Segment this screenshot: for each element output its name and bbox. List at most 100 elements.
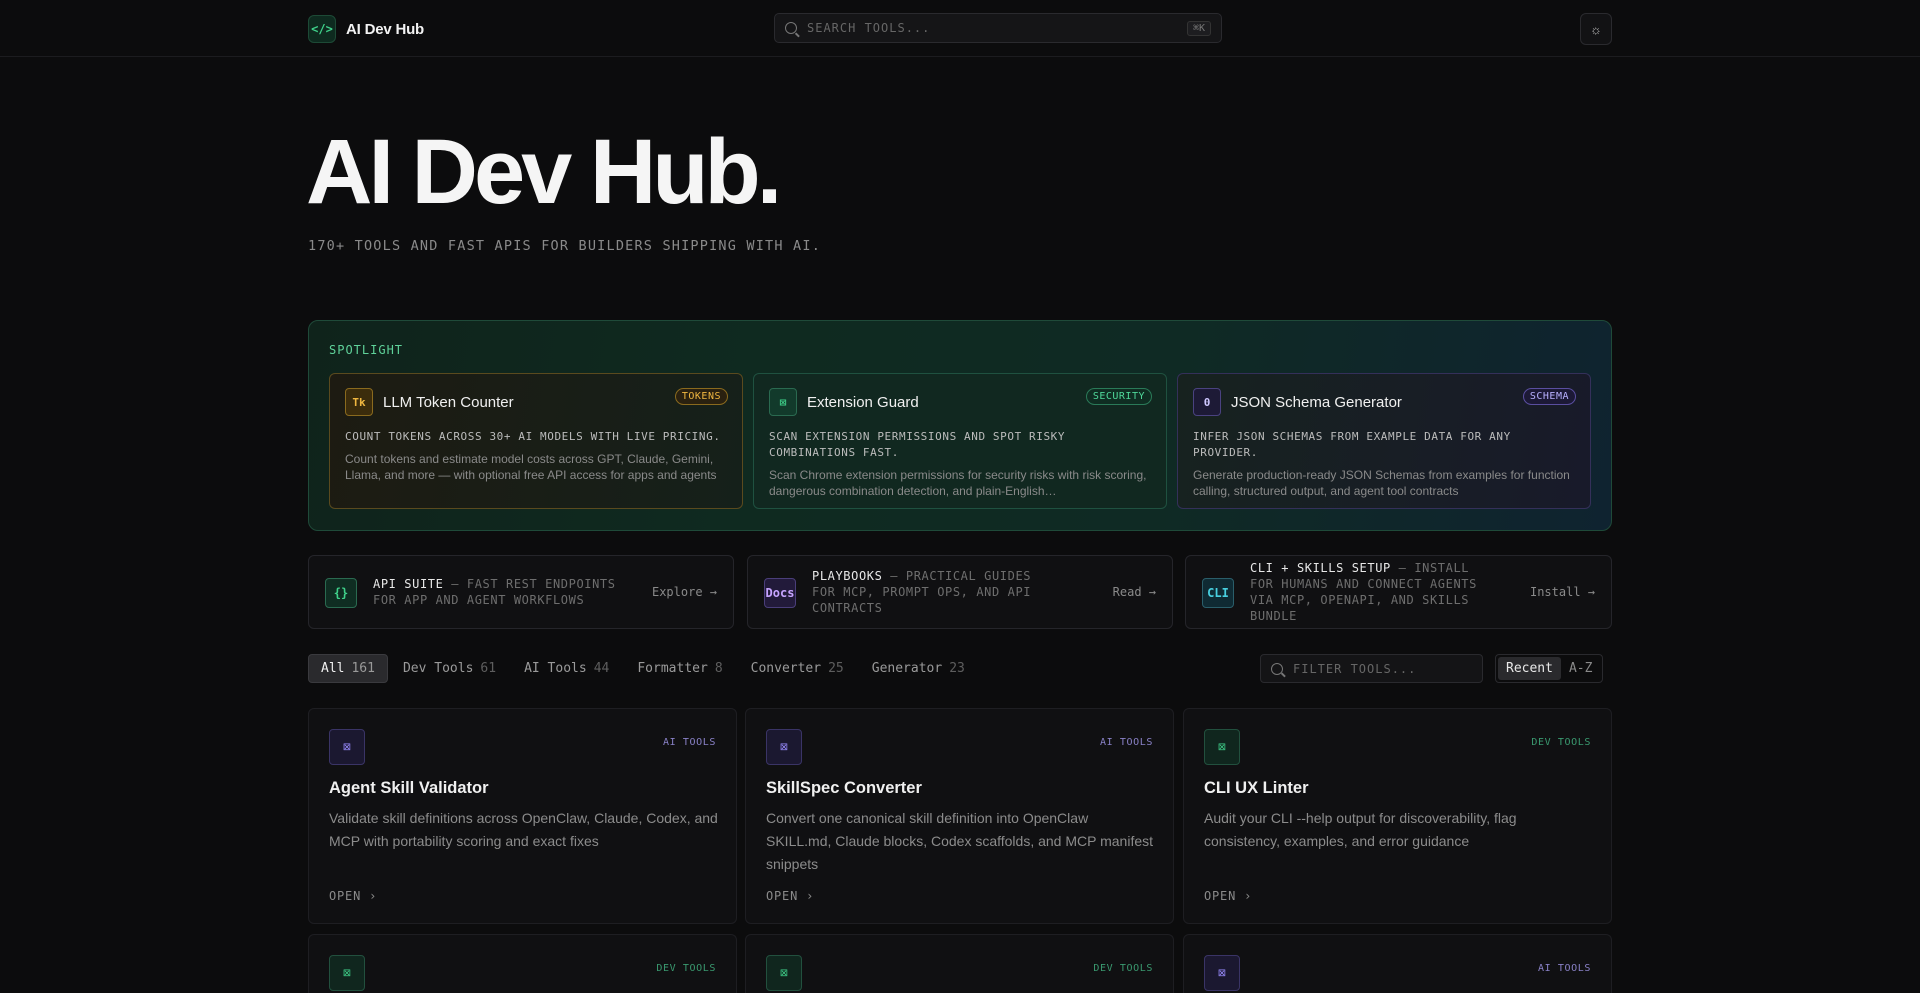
search-icon xyxy=(1271,662,1283,675)
tool-category: AI TOOLS xyxy=(1538,963,1591,974)
spotlight-card-json-schema[interactable]: 0 JSON Schema Generator SCHEMA INFER JSO… xyxy=(1177,373,1591,509)
tab-label: Dev Tools xyxy=(402,661,474,676)
playbooks-card[interactable]: Docs PLAYBOOKS — PRACTICAL GUIDES FOR MC… xyxy=(747,555,1173,629)
tool-card[interactable]: ⊠ DEV TOOLS xyxy=(745,934,1174,993)
open-label: OPEN xyxy=(329,889,362,903)
spotlight-tagline: SCAN EXTENSION PERMISSIONS AND SPOT RISK… xyxy=(769,430,1066,459)
tool-category: DEV TOOLS xyxy=(1531,737,1591,748)
tab-generator[interactable]: Generator 23 xyxy=(859,654,978,683)
open-label: OPEN xyxy=(766,889,799,903)
spotlight-label: SPOTLIGHT xyxy=(329,343,404,357)
tool-card[interactable]: ⊠ AI TOOLS xyxy=(1183,934,1612,993)
sun-icon: ☼ xyxy=(1590,21,1602,37)
sort-toggle: Recent A-Z xyxy=(1495,654,1604,683)
category-tabs: All 161 Dev Tools 61 AI Tools 44 Formatt… xyxy=(308,654,978,683)
shield-icon: ⊠ xyxy=(769,388,797,416)
brand-link[interactable]: </> AI Dev Hub xyxy=(308,15,424,43)
chevron-right-icon: › xyxy=(1244,889,1253,903)
search-placeholder: SEARCH TOOLS... xyxy=(807,21,931,35)
search-shortcut: ⌘K xyxy=(1186,20,1211,36)
spotlight-card-title: Extension Guard xyxy=(807,393,919,411)
chevron-right-icon: › xyxy=(806,889,815,903)
spotlight-tagline: COUNT TOKENS ACROSS 30+ AI MODELS WITH L… xyxy=(345,430,721,443)
tab-ai-tools[interactable]: AI Tools 44 xyxy=(511,654,622,683)
page-title: AI Dev Hub. xyxy=(306,121,782,223)
spotlight-badge: SCHEMA xyxy=(1522,388,1576,405)
tool-icon: ⊠ xyxy=(1204,955,1240,991)
spotlight-panel: SPOTLIGHT Tk LLM Token Counter TOKENS CO… xyxy=(308,320,1612,531)
tool-category: AI TOOLS xyxy=(1100,737,1153,748)
sort-a-z[interactable]: A-Z xyxy=(1561,657,1600,680)
spotlight-description: Scan Chrome extension permissions for se… xyxy=(769,468,1147,498)
spotlight-description: Count tokens and estimate model costs ac… xyxy=(345,452,717,482)
nav-card-title: API SUITE xyxy=(373,577,444,591)
tab-count: 61 xyxy=(480,661,497,676)
sort-recent[interactable]: Recent xyxy=(1498,657,1561,680)
read-link[interactable]: Read → xyxy=(1113,585,1156,599)
spotlight-tagline: INFER JSON SCHEMAS FROM EXAMPLE DATA FOR… xyxy=(1193,430,1511,459)
explore-link[interactable]: Explore → xyxy=(652,585,717,599)
open-label: OPEN xyxy=(1204,889,1237,903)
cli-setup-card[interactable]: CLI CLI + SKILLS SETUP — INSTALL FOR HUM… xyxy=(1185,555,1612,629)
tool-icon: ⊠ xyxy=(766,955,802,991)
nav-card-title: CLI + SKILLS SETUP xyxy=(1250,561,1391,575)
tab-converter[interactable]: Converter 25 xyxy=(738,654,857,683)
tool-card-cli-ux-linter[interactable]: ⊠ DEV TOOLS CLI UX Linter Audit your CLI… xyxy=(1183,708,1612,924)
schema-icon: 0 xyxy=(1193,388,1221,416)
tab-label: Converter xyxy=(750,661,822,676)
code-icon: </> xyxy=(308,15,336,43)
filter-placeholder: FILTER TOOLS... xyxy=(1293,661,1417,676)
tool-icon: ⊠ xyxy=(766,729,802,765)
tool-card-agent-skill-validator[interactable]: ⊠ AI TOOLS Agent Skill Validator Validat… xyxy=(308,708,737,924)
braces-icon: {} xyxy=(325,578,357,608)
tab-count: 161 xyxy=(351,661,375,676)
tab-dev-tools[interactable]: Dev Tools 61 xyxy=(390,654,509,683)
spotlight-description: Generate production-ready JSON Schemas f… xyxy=(1193,468,1570,498)
tab-all[interactable]: All 161 xyxy=(308,654,388,683)
tool-description: Validate skill definitions across OpenCl… xyxy=(329,810,718,849)
tab-formatter[interactable]: Formatter 8 xyxy=(624,654,735,683)
tool-card-skillspec-converter[interactable]: ⊠ AI TOOLS SkillSpec Converter Convert o… xyxy=(745,708,1174,924)
tool-icon: ⊠ xyxy=(329,955,365,991)
tool-icon: ⊠ xyxy=(329,729,365,765)
top-bar: </> AI Dev Hub SEARCH TOOLS... ⌘K ☼ xyxy=(0,0,1920,57)
token-icon: Tk xyxy=(345,388,373,416)
tool-title: CLI UX Linter xyxy=(1204,779,1309,797)
search-input[interactable]: SEARCH TOOLS... ⌘K xyxy=(774,13,1222,43)
filter-tools-input[interactable]: FILTER TOOLS... xyxy=(1260,654,1483,683)
spotlight-card-title: LLM Token Counter xyxy=(383,393,514,411)
install-link[interactable]: Install → xyxy=(1530,585,1595,599)
tool-title: SkillSpec Converter xyxy=(766,779,922,797)
brand-name: AI Dev Hub xyxy=(346,20,425,38)
tool-category: DEV TOOLS xyxy=(656,963,716,974)
spotlight-card-token-counter[interactable]: Tk LLM Token Counter TOKENS COUNT TOKENS… xyxy=(329,373,743,509)
tab-count: 25 xyxy=(828,661,844,676)
spotlight-badge: TOKENS xyxy=(674,388,728,405)
tool-description: Convert one canonical skill definition i… xyxy=(766,810,1154,872)
spotlight-card-extension-guard[interactable]: ⊠ Extension Guard SECURITY SCAN EXTENSIO… xyxy=(753,373,1167,509)
page-subtitle: 170+ TOOLS AND FAST APIS FOR BUILDERS SH… xyxy=(308,238,822,254)
tool-category: AI TOOLS xyxy=(663,737,716,748)
tool-icon: ⊠ xyxy=(1204,729,1240,765)
search-icon xyxy=(785,22,797,34)
theme-toggle-button[interactable]: ☼ xyxy=(1580,13,1612,45)
chevron-right-icon: › xyxy=(369,889,378,903)
tab-label: AI Tools xyxy=(524,661,587,676)
tool-description: Audit your CLI --help output for discove… xyxy=(1204,810,1517,849)
open-tool-link[interactable]: OPEN › xyxy=(1204,889,1252,903)
tool-category: DEV TOOLS xyxy=(1093,963,1153,974)
nav-card-title: PLAYBOOKS xyxy=(812,569,883,583)
api-suite-card[interactable]: {} API SUITE — FAST REST ENDPOINTS FOR A… xyxy=(308,555,734,629)
tab-label: Formatter xyxy=(637,661,708,676)
terminal-icon: CLI xyxy=(1202,578,1234,608)
tab-label: All xyxy=(321,661,345,676)
tab-label: Generator xyxy=(871,661,943,676)
open-tool-link[interactable]: OPEN › xyxy=(766,889,814,903)
tab-count: 44 xyxy=(593,661,610,676)
docs-icon: Docs xyxy=(764,578,796,608)
tool-title: Agent Skill Validator xyxy=(329,779,489,797)
tab-count: 23 xyxy=(949,661,965,676)
open-tool-link[interactable]: OPEN › xyxy=(329,889,377,903)
spotlight-card-title: JSON Schema Generator xyxy=(1231,393,1402,411)
tool-card[interactable]: ⊠ DEV TOOLS xyxy=(308,934,737,993)
